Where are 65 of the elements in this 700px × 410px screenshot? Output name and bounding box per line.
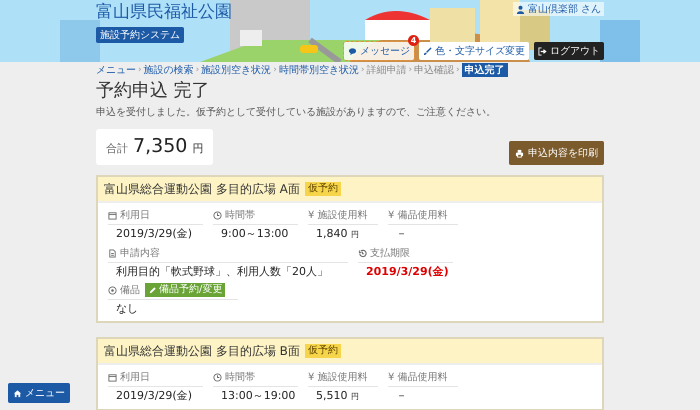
user-name: 富山倶楽部 さん bbox=[512, 2, 604, 16]
field-value: － bbox=[395, 226, 408, 241]
breadcrumb-item[interactable]: 施設別空き状況 bbox=[201, 63, 272, 77]
total-amount: 7,350 bbox=[133, 135, 188, 157]
field-value: 5,510 円 bbox=[315, 388, 360, 404]
field-label: ¥ 備品使用料 bbox=[388, 370, 448, 384]
field-label: 申請内容 bbox=[120, 246, 160, 260]
document-icon bbox=[108, 248, 117, 258]
breadcrumb-item[interactable]: 施設の検索 bbox=[144, 63, 194, 77]
breadcrumb-separator: › bbox=[196, 65, 200, 75]
page-title: 予約申込 完了 bbox=[96, 80, 211, 102]
status-tag: 仮予約 bbox=[304, 344, 341, 358]
breadcrumb-separator: › bbox=[273, 65, 277, 75]
field-value: － bbox=[395, 388, 408, 403]
home-icon bbox=[13, 388, 22, 398]
person-icon bbox=[516, 4, 525, 14]
breadcrumb-item[interactable]: 時間帯別空き状況 bbox=[278, 63, 359, 77]
calendar-icon bbox=[108, 372, 117, 382]
field-value: 利用目的「軟式野球」、利用人数「20人」 bbox=[115, 264, 329, 279]
pencil-icon bbox=[148, 286, 157, 294]
field-label: ¥ 施設使用料 bbox=[308, 370, 368, 384]
brush-icon bbox=[423, 46, 432, 56]
field-value: 2019/3/29(金) bbox=[365, 264, 450, 279]
facility-name: 富山県総合運動公園 多目的広場 A面 bbox=[104, 181, 300, 197]
field-label: 利用日 bbox=[120, 370, 150, 384]
field-value: 2019/3/29(金) bbox=[115, 388, 193, 403]
breadcrumb-separator: › bbox=[456, 65, 460, 75]
breadcrumb-separator: › bbox=[360, 65, 364, 75]
calendar-icon bbox=[108, 210, 117, 220]
breadcrumb-item[interactable]: メニュー bbox=[96, 63, 136, 77]
breadcrumb-item: 申込確認 bbox=[414, 64, 454, 77]
field-label: 利用日 bbox=[120, 208, 150, 222]
breadcrumb-item: 詳細申請 bbox=[366, 64, 406, 77]
logout-icon bbox=[538, 46, 547, 56]
notice-text: 申込を受付しました。仮予約として受付している施設がありますので、ご注意ください。 bbox=[96, 106, 497, 119]
facility-name: 富山県総合運動公園 多目的広場 B面 bbox=[104, 343, 300, 359]
field-label: 備品 bbox=[120, 284, 140, 297]
breadcrumb-item: 申込完了 bbox=[462, 63, 508, 77]
field-value: 2019/3/29(金) bbox=[115, 226, 193, 241]
currency-unit: 円 bbox=[192, 141, 204, 156]
breadcrumb-separator: › bbox=[138, 65, 142, 75]
field-label: ¥ 備品使用料 bbox=[388, 208, 448, 222]
field-label: ¥ 施設使用料 bbox=[308, 208, 368, 222]
field-value: 9:00～13:00 bbox=[220, 226, 290, 241]
logout-button[interactable]: ログアウト bbox=[534, 42, 604, 60]
status-tag: 仮予約 bbox=[304, 182, 341, 196]
system-badge: 施設予約システム bbox=[96, 27, 184, 43]
breadcrumb-separator: › bbox=[408, 65, 412, 75]
printer-icon bbox=[515, 148, 524, 158]
total-label: 合計 bbox=[106, 141, 128, 156]
field-value: 1,840 円 bbox=[315, 226, 360, 242]
clock-icon bbox=[213, 372, 222, 382]
site-title: 富山県民福祉公園 bbox=[96, 2, 232, 23]
field-label: 時間帯 bbox=[225, 208, 255, 222]
field-label: 支払期限 bbox=[370, 246, 410, 260]
print-button[interactable]: 申込内容を印刷 bbox=[509, 141, 604, 165]
style-button[interactable]: 色・文字サイズ変更 bbox=[419, 42, 529, 60]
menu-button[interactable]: メニュー bbox=[8, 383, 70, 403]
field-value: 13:00～19:00 bbox=[220, 388, 296, 403]
speech-bubble-icon bbox=[348, 46, 357, 56]
history-icon bbox=[358, 248, 367, 258]
field-label: 時間帯 bbox=[225, 370, 255, 384]
message-button[interactable]: メッセージ bbox=[344, 42, 414, 60]
field-value: なし bbox=[115, 301, 139, 316]
clock-icon bbox=[213, 210, 222, 220]
